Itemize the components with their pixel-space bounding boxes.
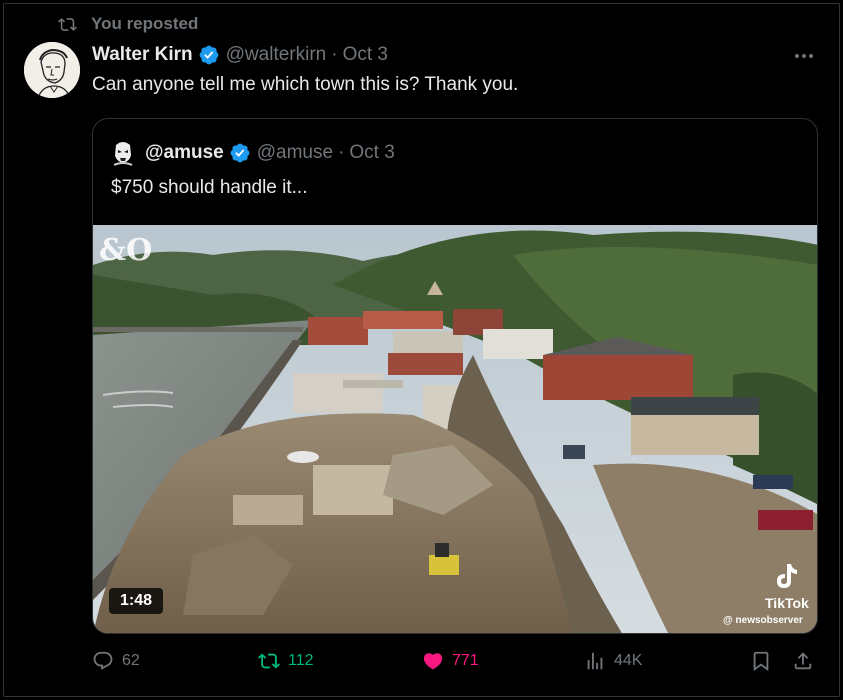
verified-badge-icon [230, 143, 250, 163]
quoted-author-name[interactable]: @amuse [145, 142, 224, 164]
separator-dot: · [338, 142, 345, 163]
stormtrooper-avatar-icon[interactable] [111, 139, 135, 167]
quoted-tweet[interactable]: @amuse @amuse · Oct 3 $750 should handle… [92, 118, 818, 634]
repost-icon [258, 653, 280, 669]
repost-icon [58, 17, 77, 31]
tiktok-username: @ newsobserver [723, 615, 803, 626]
quoted-author-handle[interactable]: @amuse [257, 142, 333, 164]
reply-count: 62 [122, 652, 140, 669]
repost-banner-text: You reposted [91, 14, 199, 33]
avatar[interactable] [24, 42, 80, 98]
quoted-tweet-text: $750 should handle it... [111, 177, 308, 198]
like-count: 771 [452, 652, 479, 669]
quoted-tweet-header: @amuse @amuse · Oct 3 [111, 139, 395, 167]
heart-icon [423, 653, 443, 670]
repost-count: 112 [288, 652, 314, 669]
views-count: 44K [614, 652, 643, 669]
tweet-date[interactable]: Oct 3 [343, 44, 388, 66]
tiktok-label: TikTok [765, 595, 809, 611]
bookmark-button[interactable] [750, 650, 780, 672]
like-button[interactable]: 771 [422, 650, 479, 672]
reply-icon [93, 651, 113, 670]
bookmark-icon [753, 651, 769, 672]
repost-banner: You reposted [58, 14, 198, 34]
flood-aerial-video-frame [93, 225, 817, 633]
author-handle[interactable]: @walterkirn [226, 44, 327, 66]
news-outlet-logo: &O [99, 233, 153, 268]
tweet-header: Walter Kirn @walterkirn · Oct 3 [92, 44, 388, 66]
avatar-sketch-icon [24, 42, 80, 98]
reply-button[interactable]: 62 [92, 650, 140, 672]
separator-dot: · [331, 44, 338, 65]
repost-button[interactable]: 112 [258, 650, 314, 672]
views-button[interactable]: 44K [584, 650, 642, 672]
author-name[interactable]: Walter Kirn [92, 44, 193, 66]
more-icon[interactable] [792, 46, 816, 66]
video-player[interactable]: &O 1:48 TikTok @ newsobserver [93, 225, 817, 633]
share-icon [794, 652, 812, 670]
views-icon [587, 652, 603, 670]
verified-badge-icon [199, 45, 219, 65]
tweet-text: Can anyone tell me which town this is? T… [92, 74, 519, 95]
action-bar: 62 112 771 44K [92, 650, 818, 680]
quoted-tweet-date[interactable]: Oct 3 [349, 142, 394, 164]
share-button[interactable] [792, 650, 822, 672]
video-duration-badge: 1:48 [109, 588, 164, 614]
tiktok-icon [777, 564, 797, 588]
